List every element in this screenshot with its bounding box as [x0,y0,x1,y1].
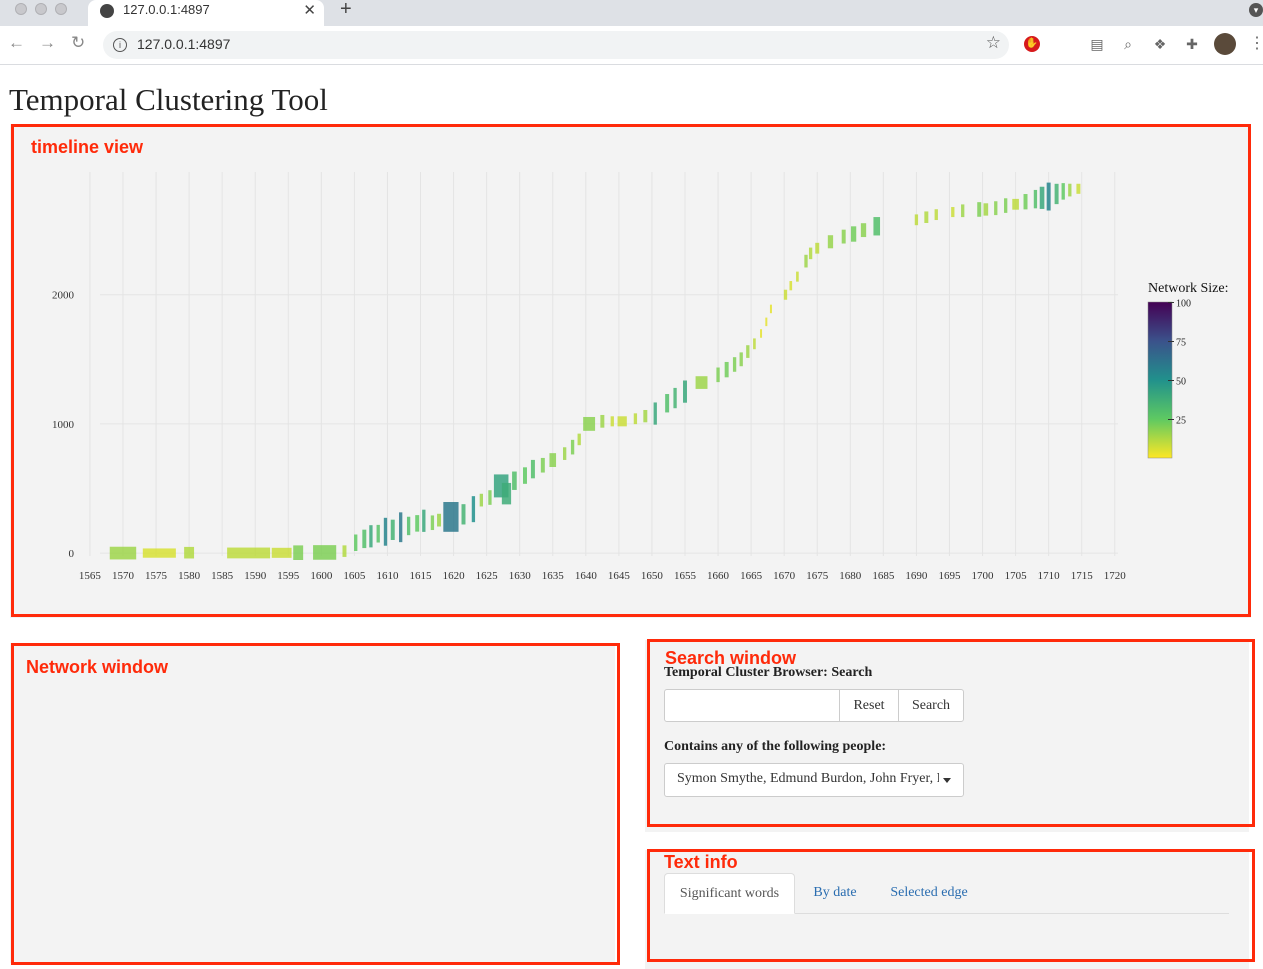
timeline-annotation-label: timeline view [31,137,144,157]
reset-button[interactable]: Reset [839,689,899,722]
people-select[interactable]: Symon Smythe, Edmund Burdon, John Fryer,… [664,763,964,797]
search-heading: Temporal Cluster Browser: Search [664,665,873,680]
network-annotation-label: Network window [26,657,169,677]
textinfo-annotation-label: Text info [664,852,738,872]
timeline-annotation-box [11,124,1251,617]
chevron-down-icon [943,778,951,783]
textinfo-annotation-box [647,849,1255,962]
search-button[interactable]: Search [898,689,964,722]
search-input[interactable] [664,689,840,722]
people-select-value: Symon Smythe, Edmund Burdon, John Fryer,… [677,771,939,786]
network-annotation-box [11,643,620,965]
people-filter-label: Contains any of the following people: [664,739,887,754]
